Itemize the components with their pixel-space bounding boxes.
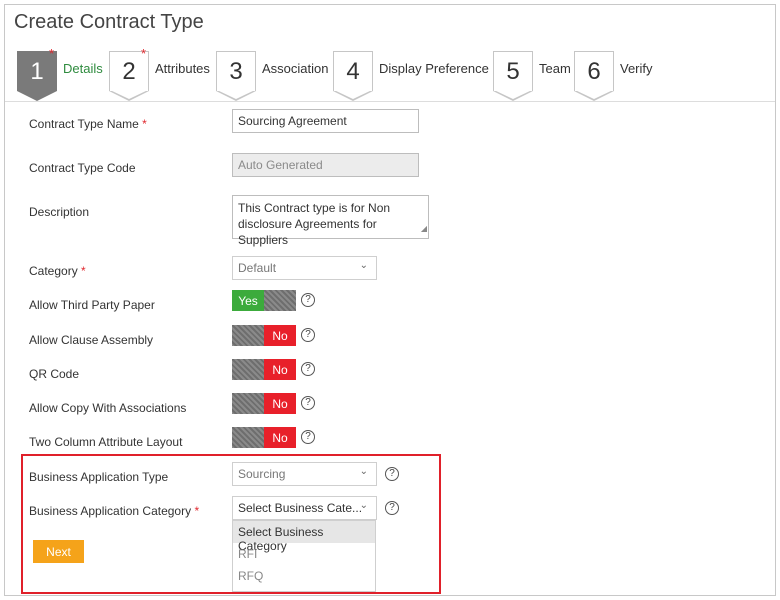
step-number: 5 [493,51,533,101]
step-details[interactable]: 1 * Details [17,46,103,101]
business-application-category-label: Business Application Category * [29,504,200,518]
chevron-down-icon: ⌄ [359,466,368,477]
required-marker: * [48,46,54,61]
toggle-no: No [264,393,296,414]
help-icon[interactable]: ? [301,328,315,342]
step-label: Team [539,61,571,76]
step-number: 1 * [17,46,57,101]
copy-associations-toggle[interactable]: No [232,393,296,414]
step-number: 4 [333,51,373,101]
step-display-preference[interactable]: 4 Display Preference [333,51,489,101]
next-button[interactable]: Next [33,540,84,563]
clause-assembly-label: Allow Clause Assembly [29,333,154,347]
qr-code-toggle[interactable]: No [232,359,296,380]
dropdown-option[interactable]: RFI [233,543,375,565]
help-icon[interactable]: ? [301,293,315,307]
copy-associations-label: Allow Copy With Associations [29,401,187,415]
business-application-type-label: Business Application Type [29,470,169,484]
toggle-grip [264,290,296,311]
toggle-no: No [264,325,296,346]
two-column-layout-label: Two Column Attribute Layout [29,435,183,449]
dropdown-option[interactable]: RFQ [233,565,375,587]
step-label: Display Preference [379,61,489,76]
step-label: Details [63,61,103,76]
create-contract-type-panel: Create Contract Type 1 * Details 2 * Att… [4,4,776,596]
step-label: Verify [620,61,653,76]
toggle-no: No [264,427,296,448]
page-title: Create Contract Type [14,11,204,33]
step-number: 6 [574,51,614,101]
required-marker: * [140,46,146,61]
chevron-down-icon: ⌄ [359,260,368,271]
chevron-down-icon: ⌄ [359,500,368,511]
third-party-paper-toggle[interactable]: Yes [232,290,296,311]
step-association[interactable]: 3 Association [216,51,329,101]
stepper-divider [5,101,775,102]
step-verify[interactable]: 6 Verify [574,51,653,101]
clause-assembly-toggle[interactable]: No [232,325,296,346]
toggle-grip [232,359,264,380]
step-label: Association [262,61,329,76]
category-select[interactable]: Default ⌄ [232,256,377,280]
category-label: Category * [29,264,86,278]
step-number: 2 * [109,46,149,101]
dropdown-option[interactable]: Select Business Category [233,521,375,553]
step-number: 3 [216,51,256,101]
help-icon[interactable]: ? [385,467,399,481]
help-icon[interactable]: ? [301,396,315,410]
toggle-grip [232,325,264,346]
description-textarea[interactable]: This Contract type is for Non disclosure… [232,195,429,247]
business-category-dropdown: Select Business Category RFI RFQ [232,520,376,592]
third-party-paper-label: Allow Third Party Paper [29,298,155,312]
contract-type-code-label: Contract Type Code [29,161,136,175]
resize-handle-icon[interactable]: ◢ [421,221,427,237]
business-application-category-select[interactable]: Select Business Cate... ⌄ [232,496,377,520]
help-icon[interactable]: ? [301,430,315,444]
contract-type-code-input: Auto Generated [232,153,419,177]
contract-type-name-label: Contract Type Name * [29,117,147,131]
description-label: Description [29,205,90,219]
toggle-grip [232,393,264,414]
qr-code-label: QR Code [29,367,80,381]
help-icon[interactable]: ? [385,501,399,515]
help-icon[interactable]: ? [301,362,315,376]
toggle-grip [232,427,264,448]
wizard-stepper: 1 * Details 2 * Attributes 3 Association… [5,46,775,103]
toggle-yes: Yes [232,290,264,311]
step-team[interactable]: 5 Team [493,51,571,101]
business-application-type-select[interactable]: Sourcing ⌄ [232,462,377,486]
two-column-layout-toggle[interactable]: No [232,427,296,448]
contract-type-name-input[interactable]: Sourcing Agreement [232,109,419,133]
toggle-no: No [264,359,296,380]
step-attributes[interactable]: 2 * Attributes [109,46,210,101]
step-label: Attributes [155,61,210,76]
